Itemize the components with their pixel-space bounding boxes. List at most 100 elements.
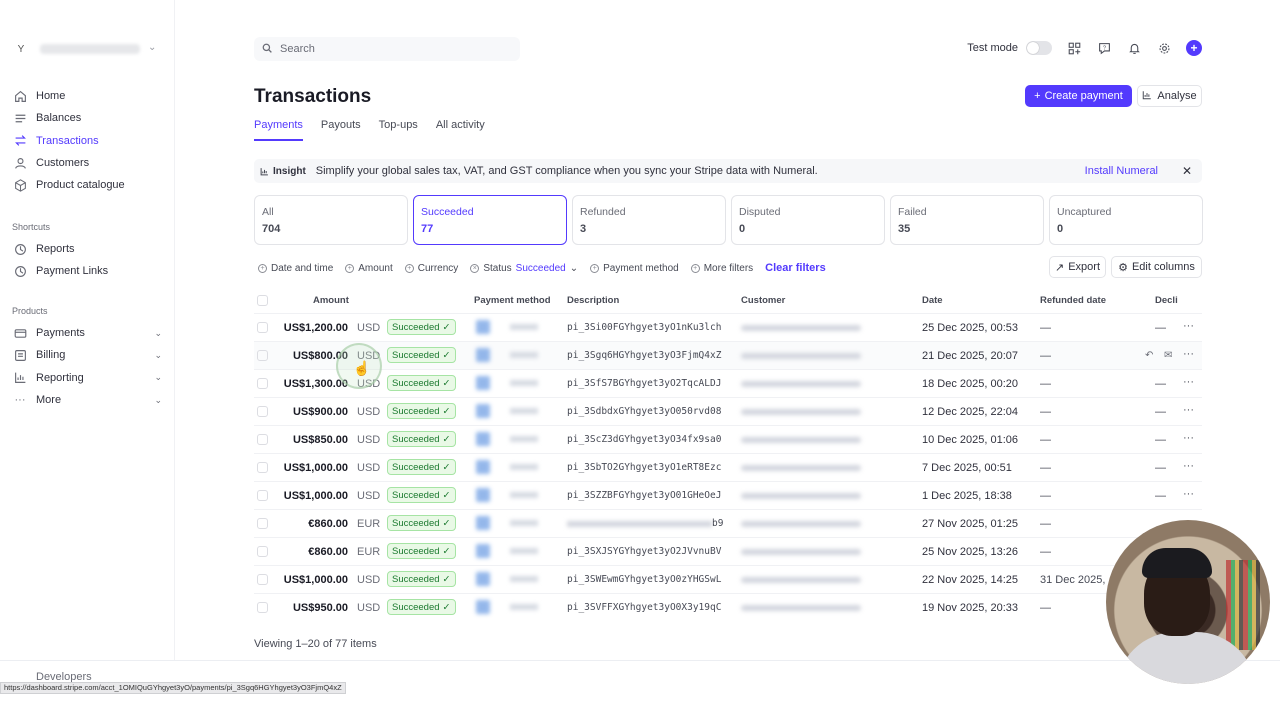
- export-button[interactable]: ↗ Export: [1049, 256, 1106, 278]
- col-declined[interactable]: Decli: [1155, 295, 1178, 306]
- tab-top-ups[interactable]: Top-ups: [379, 119, 418, 141]
- sidebar-item-customers[interactable]: Customers: [12, 152, 162, 174]
- col-amount[interactable]: Amount: [313, 295, 349, 306]
- bell-icon[interactable]: [1126, 40, 1142, 56]
- table-row[interactable]: €860.00 EUR Succeeded ✓ pi_3SXJSYGYhgyet3…: [254, 537, 1202, 565]
- sidebar-item-transactions[interactable]: Transactions: [12, 130, 162, 152]
- more-actions-icon[interactable]: ···: [1183, 460, 1194, 472]
- row-amount: US$950.00: [292, 602, 348, 614]
- toggle-switch[interactable]: [1026, 41, 1052, 55]
- sidebar-item-home[interactable]: Home: [12, 85, 162, 107]
- row-checkbox[interactable]: [257, 462, 268, 473]
- row-declined: —: [1155, 434, 1166, 446]
- select-all-checkbox[interactable]: [257, 295, 268, 306]
- tab-payouts[interactable]: Payouts: [321, 119, 361, 141]
- col-date[interactable]: Date: [922, 295, 943, 306]
- gear-icon[interactable]: [1156, 40, 1172, 56]
- more-actions-icon[interactable]: ···: [1183, 404, 1194, 416]
- sidebar-item-reporting[interactable]: Reporting ⌄: [12, 367, 162, 389]
- status-card-disputed[interactable]: Disputed 0: [731, 195, 885, 245]
- chevron-down-icon: ⌄: [154, 372, 162, 383]
- filter-currency[interactable]: + Currency: [404, 260, 458, 276]
- create-payment-button[interactable]: + Create payment: [1025, 85, 1132, 107]
- col-customer[interactable]: Customer: [741, 295, 785, 306]
- table-row[interactable]: US$850.00 USD Succeeded ✓ pi_3ScZ3dGYhgye…: [254, 425, 1202, 453]
- col-payment-method[interactable]: Payment method: [474, 295, 551, 306]
- more-actions-icon[interactable]: ···: [1183, 320, 1194, 332]
- table-row[interactable]: US$950.00 USD Succeeded ✓ pi_3SVFFXGYhgye…: [254, 593, 1202, 621]
- status-card-refunded[interactable]: Refunded 3: [572, 195, 726, 245]
- clear-filters-button[interactable]: Clear filters: [765, 262, 826, 274]
- row-date: 21 Dec 2025, 20:07: [922, 350, 1019, 362]
- product-icon: [12, 177, 28, 193]
- status-badge: Succeeded ✓: [387, 515, 456, 531]
- row-description: pi_3ScZ3dGYhgyet3yO34fx9sa0: [567, 434, 722, 445]
- table-row[interactable]: US$800.00 USD Succeeded ✓ pi_3Sgq6HGYhgye…: [254, 341, 1202, 369]
- gear-icon: ⚙: [1118, 261, 1128, 274]
- more-actions-icon[interactable]: ···: [1183, 376, 1194, 388]
- col-description[interactable]: Description: [567, 295, 619, 306]
- more-actions-icon[interactable]: ···: [1183, 488, 1194, 500]
- sidebar-item-billing[interactable]: Billing ⌄: [12, 344, 162, 366]
- row-checkbox[interactable]: [257, 518, 268, 529]
- edit-columns-button[interactable]: ⚙ Edit columns: [1111, 256, 1202, 278]
- checkmark-icon: ✓: [442, 573, 451, 585]
- row-description: b9: [712, 518, 724, 529]
- tab-payments[interactable]: Payments: [254, 119, 303, 141]
- col-refunded-date[interactable]: Refunded date: [1040, 295, 1106, 306]
- tab-all-activity[interactable]: All activity: [436, 119, 485, 141]
- status-card-failed[interactable]: Failed 35: [890, 195, 1044, 245]
- email-icon[interactable]: ✉: [1164, 350, 1172, 361]
- table-row[interactable]: US$1,000.00 USD Succeeded ✓ pi_3SZZBFGYhg…: [254, 481, 1202, 509]
- table-row[interactable]: US$1,000.00 USD Succeeded ✓ pi_3SWEwmGYhg…: [254, 565, 1202, 593]
- sidebar-item-product-catalogue[interactable]: Product catalogue: [12, 174, 162, 196]
- table-row[interactable]: US$900.00 USD Succeeded ✓ pi_3SdbdxGYhgye…: [254, 397, 1202, 425]
- filter-payment-method[interactable]: + Payment method: [590, 260, 679, 276]
- filter-amount[interactable]: + Amount: [345, 260, 393, 276]
- row-checkbox[interactable]: [257, 350, 268, 361]
- chevron-down-icon: ⌄: [148, 42, 157, 53]
- create-plus-icon[interactable]: +: [1186, 40, 1202, 56]
- search-input[interactable]: Search: [254, 37, 520, 61]
- plus-circle-icon: +: [590, 263, 600, 273]
- row-currency: USD: [357, 602, 381, 614]
- sidebar-item-payment-links[interactable]: Payment Links: [12, 260, 162, 282]
- filter-status[interactable]: × Status Succeeded ⌄: [470, 260, 578, 276]
- test-mode-toggle[interactable]: Test mode: [967, 41, 1052, 55]
- sidebar-item-label: More: [36, 394, 62, 407]
- sidebar-item-reports[interactable]: Reports: [12, 238, 162, 260]
- row-checkbox[interactable]: [257, 322, 268, 333]
- table-row[interactable]: €860.00 EUR Succeeded ✓ b9 27 Nov 2025, 0…: [254, 509, 1202, 537]
- more-actions-icon[interactable]: ···: [1183, 432, 1194, 444]
- row-date: 12 Dec 2025, 22:04: [922, 406, 1019, 418]
- table-row[interactable]: US$1,300.00 USD Succeeded ✓ pi_3SfS7BGYhg…: [254, 369, 1202, 397]
- filter-date[interactable]: + Date and time: [258, 260, 333, 276]
- status-card-all[interactable]: All 704: [254, 195, 408, 245]
- sidebar-item-balances[interactable]: Balances: [12, 107, 162, 129]
- status-card-succeeded[interactable]: Succeeded 77: [413, 195, 567, 245]
- more-actions-icon[interactable]: ···: [1183, 348, 1194, 360]
- analyse-button[interactable]: Analyse: [1137, 85, 1202, 107]
- row-checkbox[interactable]: [257, 434, 268, 445]
- filter-more[interactable]: + More filters: [690, 260, 753, 276]
- sidebar-item-more[interactable]: ··· More ⌄: [12, 389, 163, 411]
- refund-icon[interactable]: ↶: [1145, 350, 1153, 361]
- row-checkbox[interactable]: [257, 574, 268, 585]
- row-checkbox[interactable]: [257, 406, 268, 417]
- row-checkbox[interactable]: [257, 378, 268, 389]
- status-card-uncaptured[interactable]: Uncaptured 0: [1049, 195, 1203, 245]
- table-row[interactable]: US$1,200.00 USD Succeeded ✓ pi_3Si00FGYhg…: [254, 313, 1202, 341]
- account-switcher[interactable]: Y ⌄: [12, 40, 157, 58]
- sidebar-item-payments[interactable]: Payments ⌄: [12, 322, 162, 344]
- checkmark-icon: ✓: [442, 545, 451, 557]
- row-checkbox[interactable]: [257, 490, 268, 501]
- close-icon[interactable]: ✕: [1182, 164, 1192, 178]
- apps-icon[interactable]: [1066, 40, 1082, 56]
- help-icon[interactable]: ?: [1096, 40, 1112, 56]
- row-checkbox[interactable]: [257, 546, 268, 557]
- install-numeral-link[interactable]: Install Numeral: [1085, 165, 1158, 177]
- table-row[interactable]: US$1,000.00 USD Succeeded ✓ pi_3SbTO2GYhg…: [254, 453, 1202, 481]
- status-card-label: Failed: [898, 206, 927, 218]
- status-card-count: 704: [262, 223, 281, 235]
- row-checkbox[interactable]: [257, 602, 268, 613]
